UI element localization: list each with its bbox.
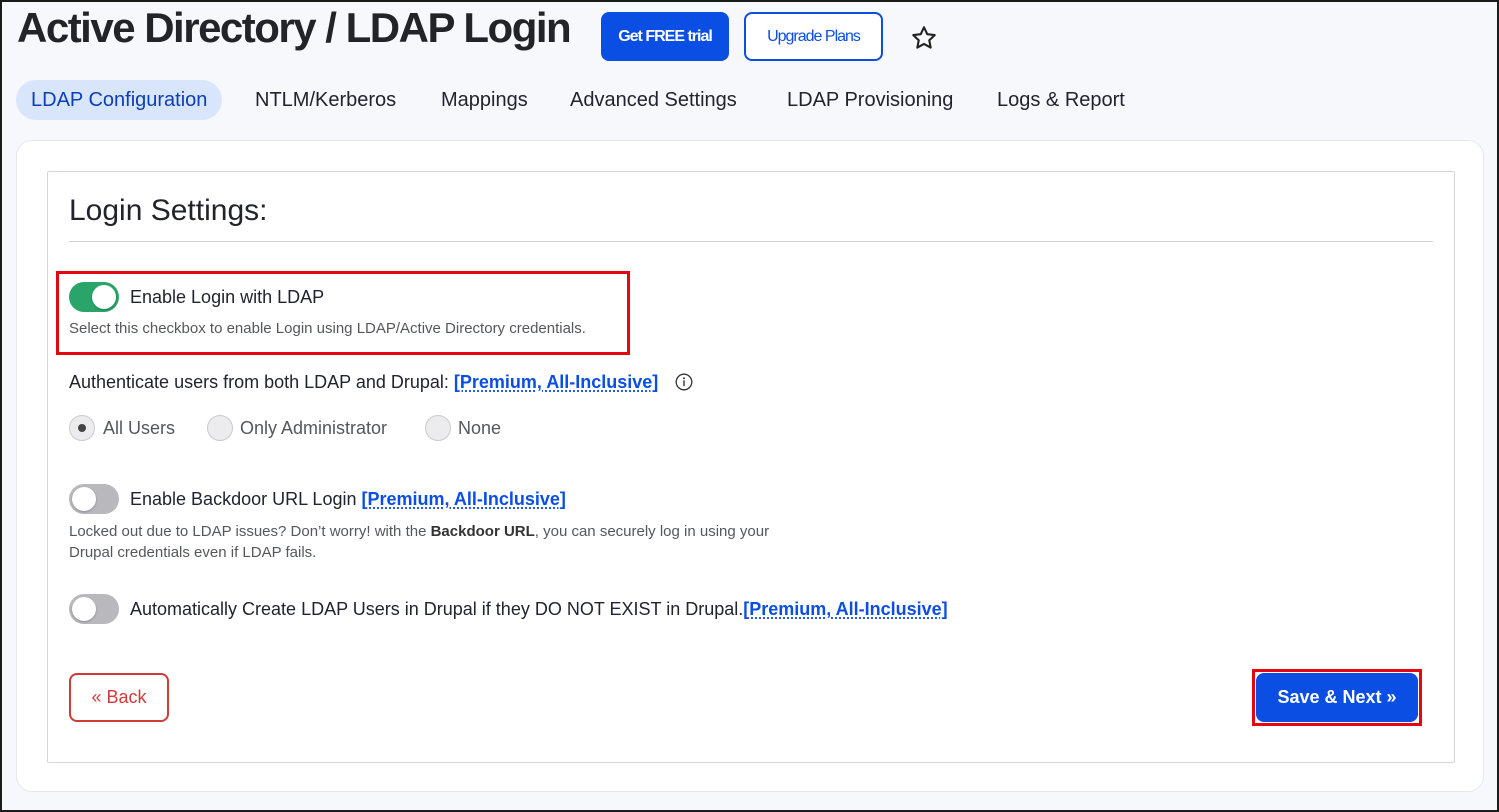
info-icon[interactable]: [675, 373, 693, 391]
backdoor-desc-line2: Drupal credentials even if LDAP fails.: [69, 544, 317, 561]
star-icon[interactable]: [910, 24, 938, 52]
radio-none-label: None: [458, 418, 502, 438]
backdoor-desc-text: Locked out due to LDAP issues? Don’t wor…: [69, 523, 431, 540]
radio-none[interactable]: [425, 415, 451, 441]
auto-create-label: Automatically Create LDAP Users in Drupa…: [130, 599, 744, 619]
toggle-knob: [72, 487, 96, 511]
tab-mappings[interactable]: Mappings: [441, 80, 528, 120]
backdoor-row: Enable Backdoor URL Login [Premium, All-…: [130, 489, 566, 510]
backdoor-toggle[interactable]: [69, 484, 119, 514]
toggle-knob: [72, 597, 96, 621]
radio-only-administrator[interactable]: [207, 415, 233, 441]
page-title: Active Directory / LDAP Login: [17, 4, 572, 51]
back-button[interactable]: « Back: [69, 673, 169, 722]
enable-login-label: Enable Login with LDAP: [130, 287, 325, 307]
get-free-trial-button[interactable]: Get FREE trial: [601, 12, 729, 61]
section-title: Login Settings:: [69, 194, 268, 227]
tab-ldap-provisioning[interactable]: LDAP Provisioning: [787, 80, 953, 120]
radio-all-users-label: All Users: [103, 418, 176, 438]
auto-create-row: Automatically Create LDAP Users in Drupa…: [130, 599, 948, 620]
toggle-knob: [92, 285, 116, 309]
radio-only-administrator-label: Only Administrator: [240, 418, 388, 438]
tab-ldap-configuration[interactable]: LDAP Configuration: [16, 80, 223, 120]
upgrade-plans-button[interactable]: Upgrade Plans: [744, 12, 883, 61]
highlight-enable-login: [56, 271, 630, 355]
auto-create-toggle[interactable]: [69, 594, 119, 624]
radio-all-users[interactable]: [69, 415, 95, 441]
backdoor-premium-link[interactable]: [Premium, All-Inclusive]: [362, 489, 566, 509]
backdoor-label: Enable Backdoor URL Login: [130, 489, 357, 509]
backdoor-description: Locked out due to LDAP issues? Don’t wor…: [69, 521, 829, 563]
tab-advanced-settings[interactable]: Advanced Settings: [570, 80, 737, 120]
auto-create-premium-link[interactable]: [Premium, All-Inclusive]: [743, 599, 947, 619]
save-next-button[interactable]: Save & Next »: [1256, 673, 1418, 722]
login-settings-panel: [47, 171, 1455, 763]
backdoor-desc-text-after: , you can securely log in using your: [534, 523, 770, 540]
enable-login-description: Select this checkbox to enable Login usi…: [69, 320, 586, 337]
authenticate-premium-link[interactable]: [Premium, All-Inclusive]: [454, 372, 658, 392]
authenticate-row: Authenticate users from both LDAP and Dr…: [69, 372, 658, 393]
authenticate-label: Authenticate users from both LDAP and Dr…: [69, 372, 449, 392]
tab-logs-report[interactable]: Logs & Report: [997, 80, 1125, 120]
backdoor-desc-bold: Backdoor URL: [430, 523, 535, 540]
tab-ntlm-kerberos[interactable]: NTLM/Kerberos: [255, 80, 396, 120]
divider: [69, 241, 1433, 242]
enable-login-toggle[interactable]: [69, 282, 119, 312]
